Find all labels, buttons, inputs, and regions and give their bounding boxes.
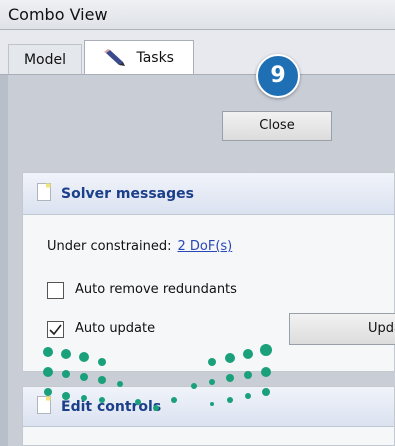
close-button[interactable]: Close — [222, 111, 332, 141]
solver-messages-title: Solver messages — [61, 186, 194, 202]
tab-tasks-label: Tasks — [136, 50, 174, 66]
edit-controls-panel: Edit controls — [22, 386, 395, 446]
edit-controls-title: Edit controls — [61, 399, 162, 415]
constraint-text: Under constrained: — [47, 239, 172, 254]
tab-model[interactable]: Model — [8, 44, 82, 74]
combo-view-window: Combo View Model Tasks 9 Close Solver me… — [0, 0, 395, 446]
tab-model-label: Model — [23, 52, 67, 68]
auto-update-checkbox[interactable] — [47, 321, 64, 338]
auto-update-label: Auto update — [75, 321, 156, 336]
document-icon — [37, 183, 51, 201]
auto-remove-redundants-label: Auto remove redundants — [75, 282, 237, 297]
solver-messages-panel: Solver messages Under constrained: 2 DoF(… — [22, 172, 395, 372]
step-badge: 9 — [256, 54, 300, 98]
auto-remove-redundants-checkbox[interactable] — [47, 282, 64, 299]
tab-tasks[interactable]: Tasks — [84, 40, 194, 74]
constraint-status: Under constrained: 2 DoF(s) — [47, 239, 232, 254]
edit-controls-header[interactable]: Edit controls — [23, 387, 394, 427]
window-title: Combo View — [0, 0, 395, 30]
tab-strip: Model Tasks — [0, 30, 395, 74]
checkmark-icon — [49, 324, 62, 336]
document-icon — [37, 396, 51, 414]
solver-messages-header[interactable]: Solver messages — [23, 173, 394, 215]
update-button[interactable]: Update — [289, 313, 395, 345]
pencil-icon — [104, 49, 126, 66]
dof-link[interactable]: 2 DoF(s) — [177, 239, 232, 254]
